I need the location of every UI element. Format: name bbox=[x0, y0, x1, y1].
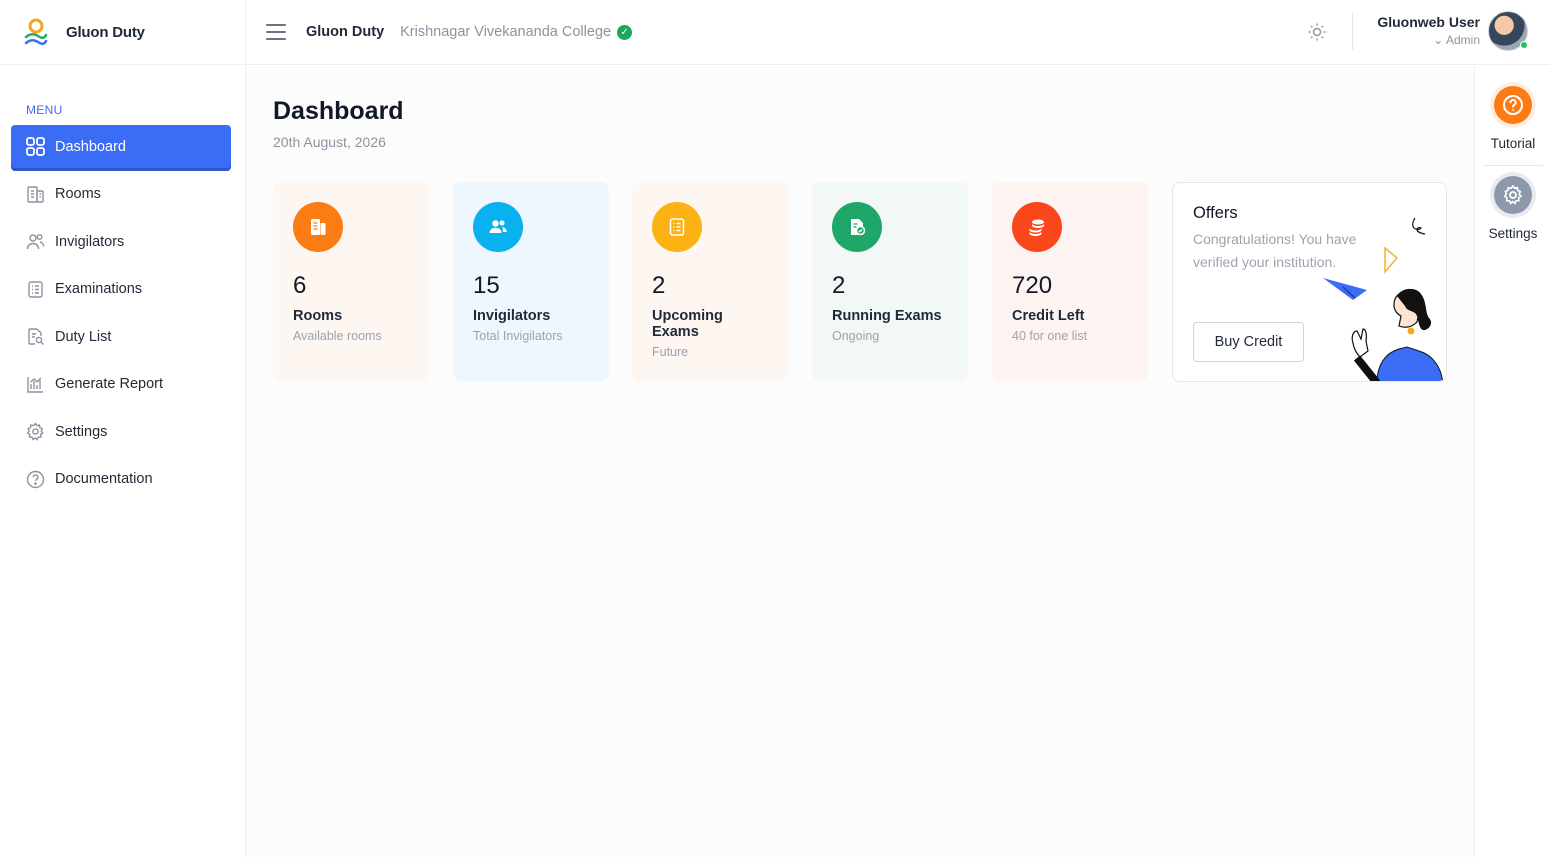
header-divider bbox=[1352, 12, 1353, 50]
stat-value: 2 bbox=[652, 272, 666, 299]
verified-check-icon: ✓ bbox=[617, 24, 633, 40]
gear-icon bbox=[1490, 172, 1536, 218]
sidebar-item-rooms[interactable]: Rooms bbox=[11, 173, 231, 216]
sidebar-item-documentation[interactable]: Documentation bbox=[11, 458, 231, 501]
user-menu[interactable]: Gluonweb User ⌄ Admin bbox=[1377, 14, 1480, 47]
clipboard-icon bbox=[25, 279, 45, 299]
offers-card: Offers Congratulations! You have verifie… bbox=[1172, 182, 1447, 382]
buy-credit-button[interactable]: Buy Credit bbox=[1193, 322, 1304, 362]
sidebar-item-dashboard[interactable]: Dashboard bbox=[11, 125, 231, 168]
sidebar-item-label: Documentation bbox=[55, 471, 153, 487]
stat-card-rooms[interactable]: 6 Rooms Available rooms bbox=[273, 182, 429, 381]
header-college-name: Krishnagar Vivekananda College bbox=[400, 24, 612, 40]
sidebar-item-label: Examinations bbox=[55, 281, 143, 297]
user-name: Gluonweb User bbox=[1377, 14, 1480, 30]
sidebar-nav: Dashboard Rooms Invigilators Examination… bbox=[0, 125, 245, 501]
brand-name: Gluon Duty bbox=[66, 23, 145, 41]
sidebar-item-generate-report[interactable]: Generate Report bbox=[11, 363, 231, 406]
stat-value: 15 bbox=[473, 272, 500, 299]
stat-card-upcoming-exams[interactable]: 2 Upcoming Exams Future bbox=[632, 182, 788, 381]
online-status-dot bbox=[1520, 41, 1528, 49]
user-role: ⌄ Admin bbox=[1433, 33, 1480, 47]
tutorial-label: Tutorial bbox=[1490, 136, 1536, 151]
clipboard-icon bbox=[652, 202, 702, 252]
stat-card-credit-left[interactable]: 720 Credit Left 40 for one list bbox=[992, 182, 1148, 381]
sun-icon[interactable] bbox=[1306, 21, 1328, 43]
gear-icon bbox=[25, 422, 45, 442]
sidebar-item-label: Dashboard bbox=[55, 138, 126, 155]
offers-title: Offers bbox=[1193, 204, 1238, 222]
sidebar-item-label: Duty List bbox=[55, 328, 112, 345]
coins-icon bbox=[1012, 202, 1062, 252]
stat-sublabel: Available rooms bbox=[293, 329, 382, 343]
sidebar-item-invigilators[interactable]: Invigilators bbox=[11, 220, 231, 263]
users-icon bbox=[473, 202, 523, 252]
stat-value: 6 bbox=[293, 272, 307, 299]
hamburger-menu-icon[interactable] bbox=[266, 24, 286, 40]
sidebar-item-examinations[interactable]: Examinations bbox=[11, 268, 231, 311]
stat-value: 720 bbox=[1012, 272, 1053, 299]
settings-label: Settings bbox=[1488, 226, 1538, 241]
right-rail: Tutorial Settings bbox=[1474, 66, 1550, 857]
gluon-logo-icon bbox=[24, 17, 48, 47]
bar-chart-icon bbox=[25, 374, 45, 394]
stat-sublabel: Total Invigilators bbox=[473, 329, 563, 343]
chevron-down-icon: ⌄ bbox=[1433, 33, 1444, 47]
page-date: 20th August, 2026 bbox=[273, 134, 386, 150]
stat-sublabel: Future bbox=[652, 345, 689, 359]
avatar[interactable] bbox=[1488, 11, 1528, 51]
sidebar-item-label: Settings bbox=[55, 423, 108, 440]
building-icon bbox=[25, 184, 45, 204]
sidebar-item-label: Rooms bbox=[55, 186, 101, 202]
grid-icon bbox=[25, 137, 45, 157]
menu-title: MENU bbox=[26, 103, 63, 117]
rail-divider bbox=[1483, 165, 1543, 166]
stat-card-running-exams[interactable]: 2 Running Exams Ongoing bbox=[812, 182, 968, 381]
help-circle-icon bbox=[25, 469, 45, 489]
stat-sublabel: 40 for one list bbox=[1012, 329, 1088, 343]
sidebar-item-settings[interactable]: Settings bbox=[11, 410, 231, 453]
sidebar-item-label: Generate Report bbox=[55, 376, 164, 392]
sidebar-item-label: Invigilators bbox=[55, 233, 125, 250]
document-search-icon bbox=[25, 327, 45, 347]
settings-rail-button[interactable]: Settings bbox=[1475, 172, 1550, 241]
stat-label: Rooms bbox=[293, 308, 343, 324]
building-icon bbox=[293, 202, 343, 252]
stat-value: 2 bbox=[832, 272, 846, 299]
main-content: Dashboard 20th August, 2026 6 Rooms Avai… bbox=[246, 66, 1474, 857]
stat-label: Credit Left bbox=[1012, 308, 1085, 324]
woman-paper-plane-illustration bbox=[1323, 217, 1444, 381]
tutorial-button[interactable]: Tutorial bbox=[1475, 82, 1550, 151]
brand[interactable]: Gluon Duty bbox=[0, 0, 245, 65]
stat-sublabel: Ongoing bbox=[832, 329, 880, 343]
question-icon bbox=[1490, 82, 1536, 128]
page-title: Dashboard bbox=[273, 97, 404, 125]
header-app-name: Gluon Duty bbox=[306, 24, 385, 40]
stat-label: Running Exams bbox=[832, 308, 942, 324]
sidebar: Gluon Duty MENU Dashboard Rooms Invigila… bbox=[0, 0, 246, 857]
stat-label: Invigilators bbox=[473, 308, 551, 324]
users-icon bbox=[25, 232, 45, 252]
stat-label: Upcoming Exams bbox=[652, 308, 723, 340]
stat-card-invigilators[interactable]: 15 Invigilators Total Invigilators bbox=[453, 182, 609, 381]
sidebar-item-duty-list[interactable]: Duty List bbox=[11, 315, 231, 358]
top-header: Gluon Duty Krishnagar Vivekananda Colleg… bbox=[246, 0, 1550, 65]
document-check-icon bbox=[832, 202, 882, 252]
